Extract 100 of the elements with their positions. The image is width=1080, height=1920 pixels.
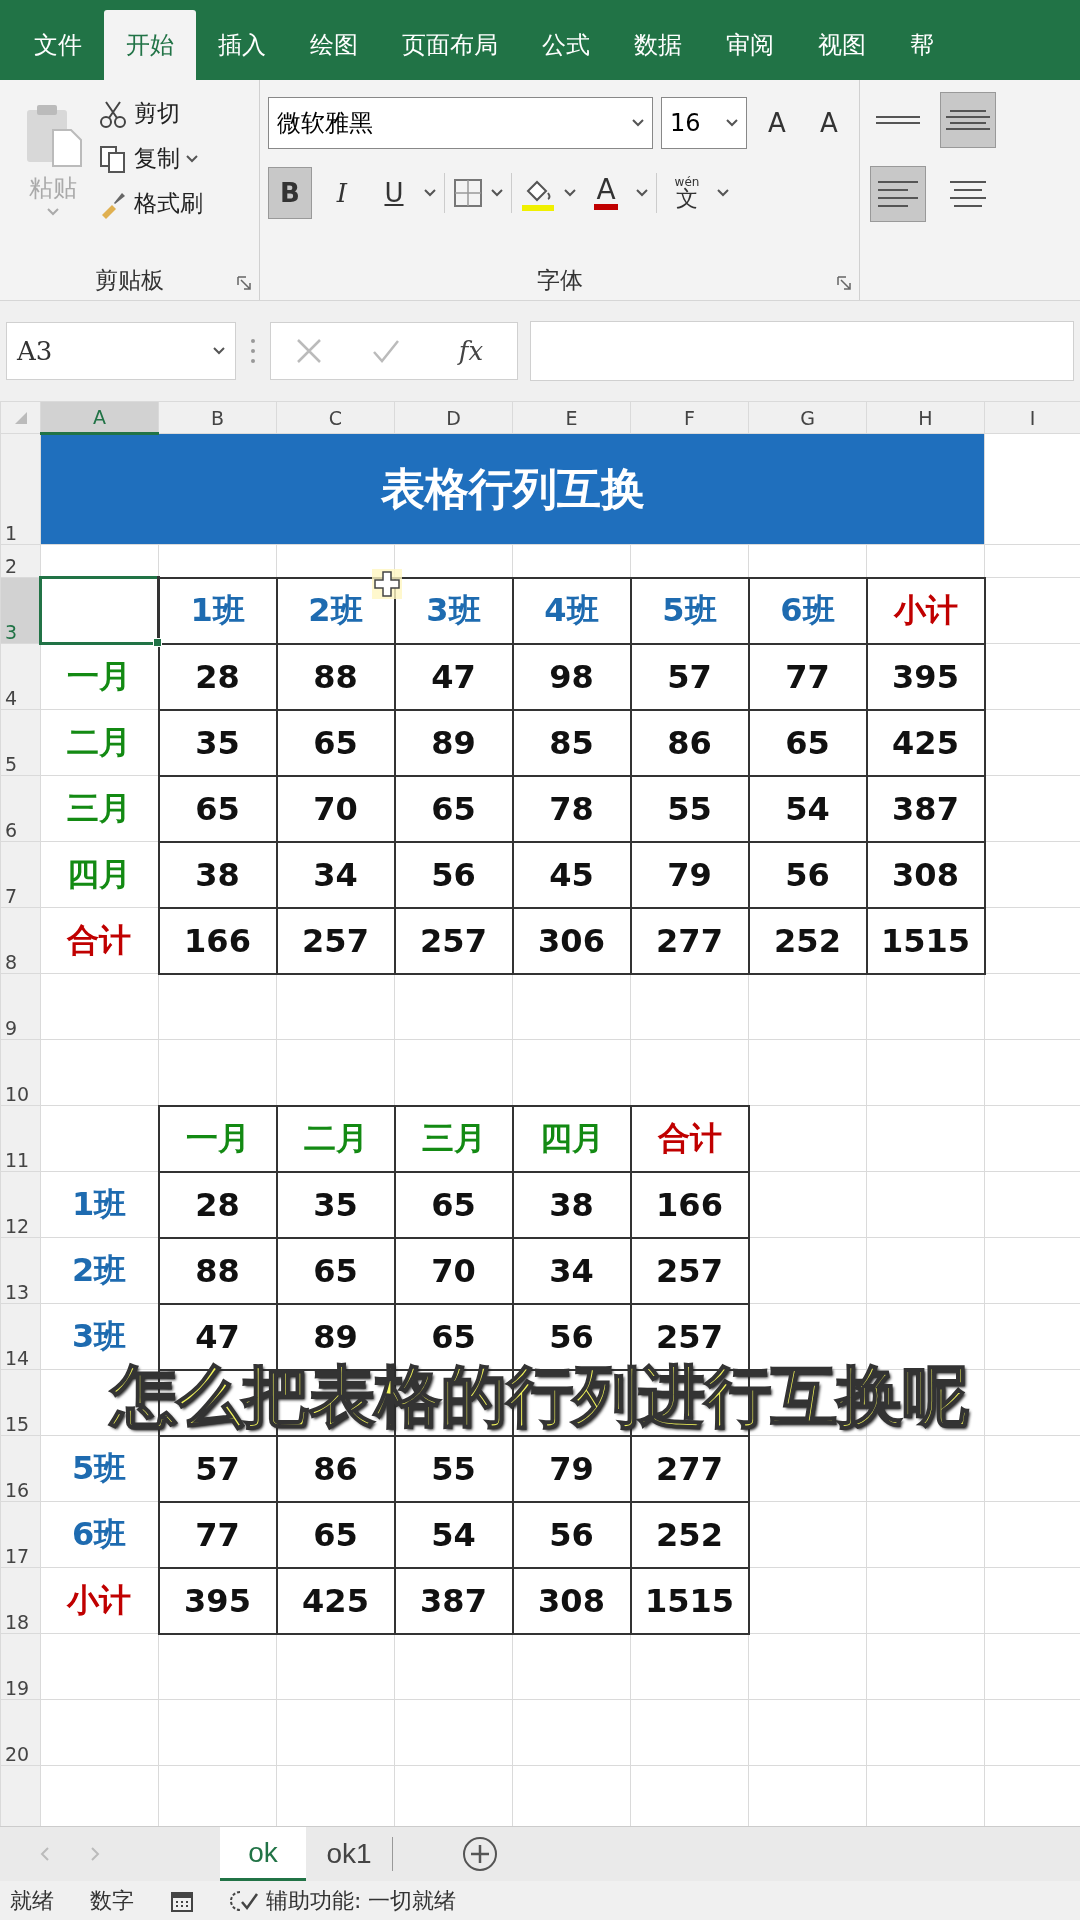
menu-tab[interactable]: 审阅	[704, 10, 796, 80]
row-number[interactable]: 8	[0, 907, 41, 974]
launcher-icon[interactable]	[837, 276, 851, 290]
table-cell: 277	[630, 907, 749, 974]
launcher-icon[interactable]	[237, 276, 251, 290]
header-cell: 四月	[512, 1105, 631, 1172]
row-number[interactable]: 4	[0, 643, 41, 710]
caret-icon[interactable]	[564, 189, 576, 197]
lines-icon	[950, 181, 986, 207]
column-header[interactable]: I	[984, 401, 1080, 434]
column-header[interactable]: F	[630, 401, 749, 434]
row-number[interactable]: 2	[0, 544, 41, 578]
caret-icon[interactable]	[491, 189, 503, 197]
menu-tab[interactable]: 文件	[12, 10, 104, 80]
header-cell: 小计	[866, 577, 985, 644]
status-text: 数字	[90, 1887, 134, 1915]
add-sheet-icon[interactable]	[461, 1835, 499, 1873]
table-cell: 65	[394, 775, 513, 842]
formula-input[interactable]	[530, 321, 1074, 381]
menu-tab[interactable]: 插入	[196, 10, 288, 80]
row-number[interactable]: 19	[0, 1633, 41, 1700]
menu-tab[interactable]: 视图	[796, 10, 888, 80]
column-header[interactable]: H	[866, 401, 985, 434]
bold-button[interactable]: B	[268, 167, 312, 219]
table-cell: 38	[512, 1171, 631, 1238]
column-header[interactable]: C	[276, 401, 395, 434]
column-header[interactable]: E	[512, 401, 631, 434]
caret-icon[interactable]	[213, 347, 225, 355]
caret-icon[interactable]	[186, 154, 198, 163]
row-number[interactable]: 16	[0, 1435, 41, 1502]
row-number[interactable]: 15	[0, 1369, 41, 1436]
table-cell: 1515	[866, 907, 985, 974]
align-middle-button[interactable]	[940, 92, 996, 148]
row-number[interactable]: 1	[0, 433, 41, 545]
toolbar-button[interactable]: 复制	[98, 143, 203, 174]
table-cell: 98	[512, 643, 631, 710]
calendar-icon[interactable]	[170, 1889, 194, 1913]
status-text[interactable]: 辅助功能: 一切就绪	[266, 1886, 457, 1916]
menu-tab[interactable]: 帮	[888, 10, 956, 80]
table-cell: 28	[158, 643, 277, 710]
font-size-dropdown[interactable]: 16	[661, 97, 747, 149]
menu-tab[interactable]: 绘图	[288, 10, 380, 80]
fill-handle[interactable]	[153, 638, 162, 647]
table-cell: 56	[748, 841, 867, 908]
header-cell: 合计	[630, 1105, 749, 1172]
row-number[interactable]: 9	[0, 973, 41, 1040]
menu-tab[interactable]: 数据	[612, 10, 704, 80]
row-number[interactable]: 13	[0, 1237, 41, 1304]
table-cell: 257	[394, 907, 513, 974]
header-cell: 三月	[394, 1105, 513, 1172]
table-cell: 252	[748, 907, 867, 974]
menu-tab[interactable]: 页面布局	[380, 10, 520, 80]
column-header[interactable]: D	[394, 401, 513, 434]
borders-icon[interactable]	[453, 178, 483, 208]
italic-button[interactable]: I	[320, 167, 364, 219]
toolbar-button[interactable]: 格式刷	[98, 188, 203, 219]
row-number[interactable]: 10	[0, 1039, 41, 1106]
row-number[interactable]: 5	[0, 709, 41, 776]
row-number[interactable]: 11	[0, 1105, 41, 1172]
table-cell: 70	[276, 775, 395, 842]
table-cell: 277	[630, 1435, 749, 1502]
align-left-button[interactable]	[870, 166, 926, 222]
status-text: 就绪	[10, 1887, 54, 1915]
menu-tab[interactable]: 开始	[104, 10, 196, 80]
table-cell: 35	[158, 709, 277, 776]
row-number[interactable]: 17	[0, 1501, 41, 1568]
column-header[interactable]: B	[158, 401, 277, 434]
sheet-tab[interactable]: ok	[220, 1827, 306, 1881]
table-cell: 88	[276, 643, 395, 710]
sheet-tab[interactable]: ok1	[306, 1827, 392, 1881]
column-header[interactable]: G	[748, 401, 867, 434]
row-number[interactable]: 18	[0, 1567, 41, 1634]
table-cell: 387	[394, 1567, 513, 1634]
accessibility-check-icon[interactable]	[230, 1888, 260, 1914]
grow-font-button[interactable]: A	[755, 97, 799, 149]
column-header[interactable]: A	[40, 401, 159, 434]
row-number[interactable]: 7	[0, 841, 41, 908]
name-box[interactable]: A3	[6, 322, 236, 380]
phonetic-button[interactable]: wén 文	[665, 167, 709, 219]
row-number[interactable]: 20	[0, 1699, 41, 1766]
caret-icon[interactable]	[717, 189, 729, 197]
table-cell: 1515	[630, 1567, 749, 1634]
row-number[interactable]: 3	[0, 577, 41, 644]
shrink-font-button[interactable]: A	[807, 97, 851, 149]
caret-icon[interactable]	[726, 119, 738, 127]
font-dropdown[interactable]: 微软雅黑	[268, 97, 653, 149]
toolbar-button[interactable]: 剪切	[98, 98, 203, 129]
font-color-button[interactable]: A	[584, 167, 628, 219]
table-cell: 395	[866, 643, 985, 710]
row-number[interactable]: 12	[0, 1171, 41, 1238]
menu-tab[interactable]: 公式	[520, 10, 612, 80]
row-number[interactable]: 14	[0, 1303, 41, 1370]
insert-function-button[interactable]: fx	[449, 325, 493, 377]
table-cell: 34	[512, 1237, 631, 1304]
row-number[interactable]: 6	[0, 775, 41, 842]
caret-icon[interactable]	[632, 119, 644, 127]
caret-icon[interactable]	[636, 189, 648, 197]
selected-cell[interactable]	[40, 577, 159, 644]
underline-button[interactable]: U	[372, 167, 416, 219]
caret-icon[interactable]	[424, 189, 436, 197]
